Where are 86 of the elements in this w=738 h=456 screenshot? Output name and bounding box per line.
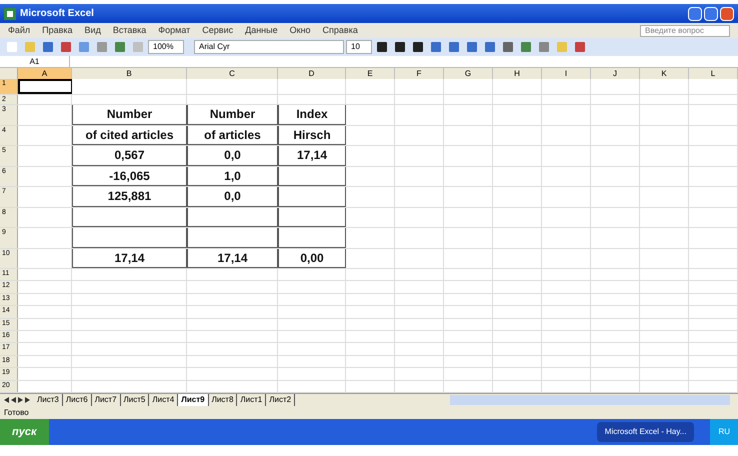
column-header[interactable]: C <box>187 68 278 79</box>
table-cell: 0,00 <box>278 248 346 268</box>
tool-icon <box>394 41 406 53</box>
table-cell: 0,0 <box>187 187 278 206</box>
tool-icon <box>448 41 460 53</box>
zoom-field[interactable]: 100% <box>148 40 184 54</box>
font-size-field[interactable]: 10 <box>346 40 372 54</box>
taskbar-button[interactable]: Microsoft Excel - Hay... <box>596 422 694 442</box>
tool-icon <box>520 41 532 53</box>
column-header[interactable]: H <box>493 68 542 79</box>
menu-item[interactable]: Формат <box>158 24 190 38</box>
status-text: Готово <box>4 406 29 419</box>
column-header[interactable]: D <box>278 68 346 79</box>
table-cell: 17,14 <box>72 248 187 268</box>
tool-icon <box>42 41 54 53</box>
menu-item[interactable]: Вставка <box>112 24 146 38</box>
table-cell: Hirsch <box>278 126 346 145</box>
toolbar-button[interactable] <box>410 39 426 55</box>
table-cell: 0,0 <box>187 146 278 166</box>
tool-icon <box>96 41 108 53</box>
table-cell: Number <box>187 105 278 124</box>
table-cell: 125,881 <box>72 187 187 206</box>
tool-icon <box>6 41 18 53</box>
menu-item[interactable]: Правка <box>42 24 73 38</box>
tool-icon <box>114 41 126 53</box>
tool-icon <box>132 41 144 53</box>
sheet-tab[interactable]: Лист1 <box>237 394 266 406</box>
tool-icon <box>376 41 388 53</box>
menu-item[interactable]: Данные <box>245 24 278 38</box>
column-header[interactable]: J <box>591 68 640 79</box>
sheet-tab[interactable]: Лист3 <box>34 394 63 406</box>
table-cell: of articles <box>187 126 278 145</box>
table-cell: Index <box>278 105 346 124</box>
column-header[interactable]: L <box>689 68 738 79</box>
tool-icon <box>430 41 442 53</box>
maximize-button[interactable] <box>704 6 718 20</box>
sheet-tab[interactable]: Лист2 <box>266 394 296 406</box>
menu-item[interactable]: Справка <box>322 24 358 38</box>
tool-icon <box>24 41 36 53</box>
window-title: Microsoft Excel <box>20 7 94 21</box>
table-cell <box>278 208 346 227</box>
column-header[interactable]: K <box>640 68 689 79</box>
menu-item[interactable]: Файл <box>8 24 30 38</box>
column-header[interactable]: F <box>395 68 444 79</box>
tool-icon <box>574 41 586 53</box>
tool-icon <box>78 41 90 53</box>
sheet-tab[interactable]: Лист8 <box>208 394 238 406</box>
font-field[interactable]: Arial Cyr <box>194 40 344 54</box>
sheet-tab[interactable]: Лист7 <box>92 394 121 406</box>
horizontal-scrollbar[interactable] <box>450 395 730 406</box>
table-cell: Number <box>72 105 187 124</box>
table-cell: 0,567 <box>72 146 187 166</box>
column-header[interactable]: B <box>72 68 187 79</box>
sheet-tab[interactable]: Лист5 <box>120 394 150 406</box>
menu-item[interactable]: Окно <box>290 24 311 38</box>
table-cell: of cited articles <box>72 126 187 145</box>
start-button[interactable]: пуск <box>0 418 49 445</box>
menu-item[interactable]: Вид <box>84 24 101 38</box>
tool-icon <box>538 41 550 53</box>
table-cell: -16,065 <box>72 166 187 186</box>
close-button[interactable] <box>720 6 734 20</box>
table-cell <box>278 187 346 206</box>
table-cell: 1,0 <box>187 166 278 186</box>
tool-icon <box>466 41 478 53</box>
tool-icon <box>412 41 424 53</box>
minimize-button[interactable] <box>688 6 702 20</box>
tool-icon <box>484 41 496 53</box>
toolbar-button[interactable] <box>374 39 390 55</box>
column-header[interactable]: A <box>18 68 72 79</box>
tool-icon <box>60 41 72 53</box>
sheet-tab[interactable]: Лист9 <box>178 394 209 406</box>
sheet-tab[interactable]: Лист6 <box>62 394 92 406</box>
active-cell <box>18 79 72 94</box>
tool-icon <box>556 41 568 53</box>
toolbar-button[interactable] <box>392 39 408 55</box>
help-search-field[interactable]: Введите вопрос <box>640 24 730 36</box>
table-cell: 17,14 <box>187 248 278 268</box>
table-cell <box>278 228 346 248</box>
menu-item[interactable]: Сервис <box>202 24 234 38</box>
column-header[interactable]: I <box>542 68 591 79</box>
tool-icon <box>502 41 514 53</box>
column-header[interactable]: G <box>444 68 493 79</box>
table-cell <box>278 166 346 186</box>
column-header[interactable]: E <box>346 68 395 79</box>
excel-icon <box>4 8 16 20</box>
table-cell: 17,14 <box>278 146 346 166</box>
